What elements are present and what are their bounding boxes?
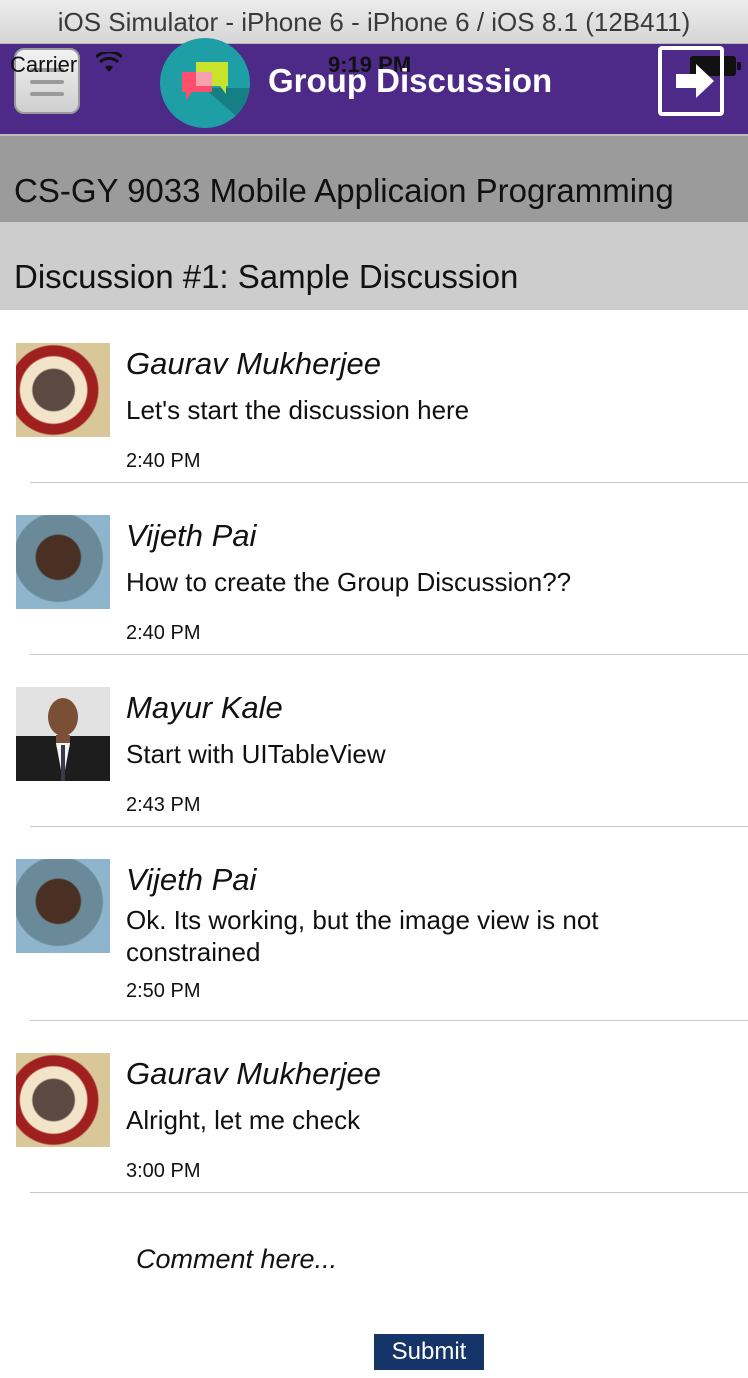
message-time: 3:00 PM: [126, 1160, 201, 1182]
message-time: 2:50 PM: [126, 980, 201, 1002]
simulator-titlebar: iOS Simulator - iPhone 6 - iPhone 6 / iO…: [0, 0, 748, 44]
nav-title: Group Discussion: [268, 62, 553, 99]
message-text: Ok. Its working, but the image view is n…: [126, 905, 599, 967]
avatar: [16, 687, 110, 781]
message-author: Vijeth Pai: [126, 862, 257, 897]
message-time: 2:43 PM: [126, 794, 201, 816]
avatar: [16, 1053, 110, 1147]
course-title: CS-GY 9033 Mobile Applicaion Programming: [14, 172, 674, 209]
message-text: Start with UITableView: [126, 739, 386, 769]
message-text: Let's start the discussion here: [126, 395, 470, 425]
status-carrier: Carrier: [10, 52, 78, 77]
discussion-title: Discussion #1: Sample Discussion: [14, 258, 519, 295]
wifi-icon: [96, 52, 122, 72]
message-text: Alright, let me check: [126, 1105, 361, 1135]
row-separator: [30, 1020, 748, 1021]
message-author: Gaurav Mukherjee: [126, 346, 382, 381]
row-separator: [30, 482, 748, 483]
logout-arrow-icon: [676, 64, 714, 98]
row-separator: [30, 654, 748, 655]
avatar: [16, 859, 110, 953]
avatar: [16, 515, 110, 609]
row-separator: [30, 1192, 748, 1193]
row-separator: [30, 826, 748, 827]
comment-input[interactable]: [126, 1232, 686, 1286]
menu-line-icon: [30, 92, 64, 96]
avatar: [16, 343, 110, 437]
logout-button[interactable]: [658, 46, 724, 116]
simulator-title: iOS Simulator - iPhone 6 - iPhone 6 / iO…: [57, 7, 691, 37]
message-text: How to create the Group Discussion??: [126, 567, 572, 597]
message-time: 2:40 PM: [126, 622, 201, 644]
message-author: Gaurav Mukherjee: [126, 1056, 382, 1091]
submit-button[interactable]: Submit: [374, 1334, 484, 1370]
chat-bubbles-logo-icon: [160, 38, 250, 128]
message-author: Mayur Kale: [126, 690, 283, 725]
message-time: 2:40 PM: [126, 450, 201, 472]
course-header: CS-GY 9033 Mobile Applicaion Programming: [0, 134, 748, 222]
message-author: Vijeth Pai: [126, 518, 257, 553]
discussion-header: Discussion #1: Sample Discussion: [0, 222, 748, 310]
navigation-bar: Carrier 9:19 PM Group Discussion: [0, 38, 748, 134]
menu-line-icon: [30, 80, 64, 84]
